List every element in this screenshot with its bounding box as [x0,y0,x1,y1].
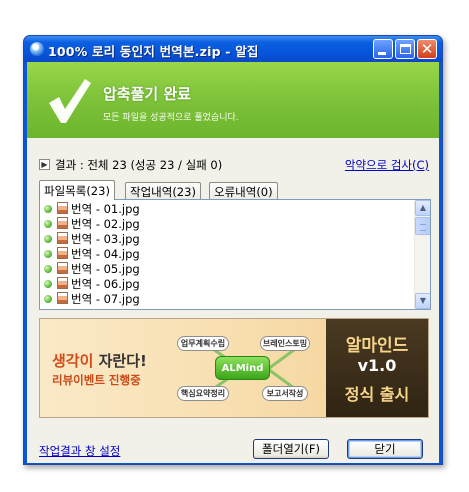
tab-job-history[interactable]: 작업내역(23) [125,182,201,199]
ad-pill: 업무계획수립 [177,336,229,351]
image-file-icon [57,247,68,259]
scroll-up-button[interactable]: ▲ [415,200,430,216]
virus-scan-link[interactable]: 악약으로 검사(C) [345,157,429,173]
almind-logo: ALMind [215,356,270,380]
file-name: 번역 - 01.jpg [71,202,140,216]
file-name: 번역 - 06.jpg [71,277,140,291]
file-name: 번역 - 02.jpg [71,217,140,231]
minimize-button[interactable] [373,39,393,59]
ad-version: v1.0 [357,356,397,375]
result-summary-row: ▶ 결과 : 전체 23 (성공 23 / 실패 0) 악약으로 검사(C) [39,157,429,173]
check-icon [49,79,91,123]
success-status-icon [44,220,52,228]
almind-ad-banner[interactable]: 생각이 자란다! 리뷰이벤트 진행중 업무계획수립 브레인스토밍 핵심요약정리 … [39,318,429,418]
expand-arrow-icon[interactable]: ▶ [39,159,50,170]
ad-release-panel: 알마인드 v1.0 정식 출시 [326,319,428,417]
ad-release-text: 정식 출시 [344,385,410,404]
ad-subline: 리뷰이벤트 진행중 [52,373,141,387]
success-status-icon [44,265,52,273]
success-status-icon [44,205,52,213]
tab-file-list[interactable]: 파일목록(23) [39,180,115,200]
success-status-icon [44,235,52,243]
ad-headline: 생각이 자란다! [52,352,147,370]
image-file-icon [57,217,68,229]
maximize-icon [400,44,411,54]
maximize-button[interactable] [395,39,415,59]
banner-subtitle: 모든 파일을 성공적으로 풀었습니다. [103,113,239,123]
image-file-icon [57,292,68,304]
minimize-icon [378,52,386,55]
result-window-settings-link[interactable]: 작업결과 창 설정 [39,443,120,459]
file-list[interactable]: 번역 - 01.jpg 번역 - 02.jpg 번역 - 03.jpg 번역 -… [39,199,431,310]
image-file-icon [57,232,68,244]
ad-pill: 브레인스토밍 [260,336,310,351]
image-file-icon [57,202,68,214]
ad-pill: 보고서작성 [262,386,308,401]
window-title: 100% 로리 동인지 번역본.zip - 알집 [48,44,259,59]
file-name: 번역 - 05.jpg [71,262,140,276]
vertical-scrollbar[interactable]: ▲ ▼ [414,200,430,309]
ad-pill: 핵심요약정리 [177,386,229,401]
alzip-app-icon [30,42,44,56]
completion-banner: 압축풀기 완료 모든 파일을 성공적으로 풀었습니다. [27,62,439,138]
file-name: 번역 - 04.jpg [71,247,140,261]
image-file-icon [57,277,68,289]
success-status-icon [44,280,52,288]
file-name: 번역 - 03.jpg [71,232,140,246]
tab-error-history[interactable]: 오류내역(0) [209,182,278,199]
image-file-icon [57,262,68,274]
file-name: 번역 - 07.jpg [71,292,140,306]
success-status-icon [44,295,52,303]
window-client-area: 압축풀기 완료 모든 파일을 성공적으로 풀었습니다. ▶ 결과 : 전체 23… [27,62,439,463]
open-folder-button[interactable]: 폴더열기(F) [253,439,329,459]
banner-title: 압축풀기 완료 [103,85,192,103]
ad-product-name: 알마인드 [345,336,409,356]
close-button[interactable]: 닫기 [347,439,423,459]
success-status-icon [44,250,52,258]
result-summary: 결과 : 전체 23 (성공 23 / 실패 0) [55,158,223,172]
close-icon: ✕ [420,40,434,58]
title-bar[interactable]: 100% 로리 동인지 번역본.zip - 알집 ✕ [24,36,442,62]
alzip-result-window: 100% 로리 동인지 번역본.zip - 알집 ✕ 압축풀기 완료 모든 파일… [23,35,443,465]
scroll-down-button[interactable]: ▼ [415,293,430,309]
close-window-button[interactable]: ✕ [417,39,437,59]
scroll-thumb[interactable] [415,217,430,235]
